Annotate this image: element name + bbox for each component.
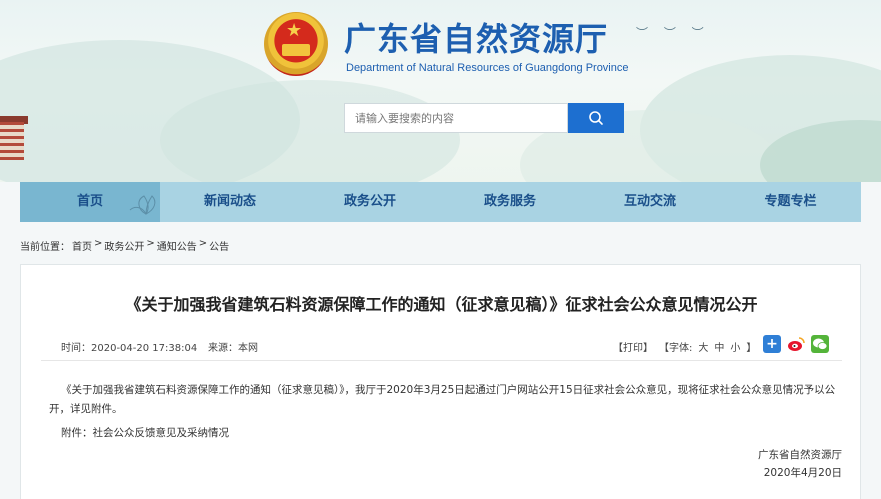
article-meta: 时间：2020-04-20 17:38:04 来源：本网 【打印】 【字体: 大… [41, 329, 842, 361]
font-size-close-bracket: 】 [746, 343, 757, 354]
search-icon [589, 111, 603, 125]
signature-organization: 广东省自然资源厅 [758, 449, 842, 461]
article-tools: 【打印】 【字体: 大 中 小 】 [613, 339, 756, 354]
breadcrumb-separator: > [94, 238, 103, 249]
nav-item-interaction[interactable]: 互动交流 [580, 182, 720, 222]
font-size-label: 【字体: [659, 343, 693, 354]
site-subtitle: Department of Natural Resources of Guang… [346, 62, 629, 74]
nav-item-home[interactable]: 首页 [20, 182, 160, 222]
breadcrumb-item-announcement[interactable]: 公告 [209, 238, 229, 253]
breadcrumb: 当前位置： 首页 > 政务公开 > 通知公告 > 公告 [20, 238, 229, 253]
emblem-icon: ★ [264, 12, 328, 76]
search-button[interactable] [568, 103, 624, 133]
birds-illustration: ︶ ︶ ︶ [636, 26, 710, 40]
article-time: 时间：2020-04-20 17:38:04 [61, 343, 198, 354]
breadcrumb-prefix: 当前位置： [20, 242, 70, 253]
signature-date: 2020年4月20日 [763, 467, 842, 479]
article-title: 《关于加强我省建筑石料资源保障工作的通知（征求意见稿）》征求社会公众意见情况公开 [125, 295, 758, 314]
font-size-large-button[interactable]: 大 [698, 339, 708, 354]
weibo-icon[interactable] [787, 335, 805, 353]
breadcrumb-separator: > [146, 238, 155, 249]
nav-item-news[interactable]: 新闻动态 [160, 182, 300, 222]
search-input[interactable] [344, 103, 568, 133]
print-button[interactable]: 【打印】 [613, 339, 653, 354]
article-attachment[interactable]: 附件：社会公众反馈意见及采纳情况 [61, 425, 229, 440]
breadcrumb-item-government-affairs[interactable]: 政务公开 [104, 238, 144, 253]
breadcrumb-item-home[interactable]: 首页 [72, 238, 92, 253]
main-nav: 首页 新闻动态 政务公开 政务服务 互动交流 专题专栏 [20, 182, 861, 222]
font-size-small-button[interactable]: 小 [730, 339, 740, 354]
header-banner: ︶ ︶ ︶ ★ 广东省自然资源厅 Department of Natural R… [0, 0, 881, 182]
article-source: 来源：本网 [208, 343, 258, 354]
nav-item-services[interactable]: 政务服务 [440, 182, 580, 222]
share-plus-icon[interactable]: + [763, 335, 781, 353]
breadcrumb-separator: > [198, 238, 208, 249]
article-body: 《关于加强我省建筑石料资源保障工作的通知（征求意见稿）》，我厅于2020年3月2… [49, 384, 836, 415]
pagoda-illustration [0, 122, 24, 160]
nav-item-government-affairs[interactable]: 政务公开 [300, 182, 440, 222]
breadcrumb-item-notices[interactable]: 通知公告 [157, 238, 197, 253]
site-title[interactable]: 广东省自然资源厅 [344, 14, 608, 60]
article-card: 《关于加强我省建筑石料资源保障工作的通知（征求意见稿）》征求社会公众意见情况公开… [20, 264, 861, 499]
nav-item-special-topics[interactable]: 专题专栏 [720, 182, 861, 222]
wechat-icon[interactable] [811, 335, 829, 353]
nav-item-label: 首页 [76, 194, 103, 209]
font-size-medium-button[interactable]: 中 [714, 339, 724, 354]
